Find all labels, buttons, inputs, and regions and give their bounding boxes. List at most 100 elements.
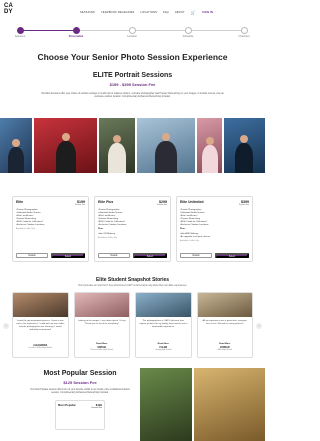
story-quote: Loved the get-acquainted process. I knew…: [16, 320, 65, 331]
carousel-next-icon[interactable]: ›: [256, 323, 262, 329]
story-photo: [13, 293, 68, 317]
availability-note: Available in Dallas Only: [16, 228, 35, 230]
brand-logo[interactable]: CA DY: [4, 3, 22, 21]
session-photo: [140, 368, 192, 441]
step-label: Schedule: [182, 35, 194, 38]
extra-item: An upgrade to all your choices: [180, 236, 249, 239]
plus-label: Plus:: [98, 228, 104, 230]
availability-note: Available in Dallas Only: [180, 240, 199, 242]
portrait-head: [113, 135, 122, 143]
story-photo: [197, 293, 252, 317]
portrait-figure: [154, 133, 177, 173]
step-location[interactable]: Location: [115, 27, 149, 38]
select-button[interactable]: Select: [51, 253, 85, 258]
cart-icon[interactable]: 🛒: [191, 10, 196, 15]
package-features: Private Photographer Unlimited Studio Sc…: [180, 209, 249, 227]
read-more-link[interactable]: Read More: [198, 343, 253, 345]
step-dot: [184, 27, 192, 34]
package-fee-label: Session Fee: [157, 204, 167, 206]
select-button[interactable]: Select: [215, 253, 249, 258]
nav-item-sessions[interactable]: Sessions: [80, 11, 95, 14]
session-photo: [196, 118, 223, 173]
package-cards: Elite $199 Session Fee Private Photograp…: [12, 196, 253, 262]
popular-photo-strip: [140, 368, 265, 441]
story-card: The photographers at CADY did more than …: [135, 292, 192, 358]
extra-item: Hair OR Makeup: [98, 233, 167, 236]
step-checkout[interactable]: Checkout: [227, 27, 261, 38]
nav-item-yearbook-deadlines[interactable]: Yearbook Deadlines: [101, 11, 135, 14]
popular-description: Our Most Popular session offers four of …: [30, 389, 130, 394]
carousel-prev-icon[interactable]: ‹: [3, 323, 9, 329]
portrait-head: [161, 133, 170, 141]
sign-in-link[interactable]: Sign In: [202, 11, 213, 14]
step-sessions[interactable]: Sessions: [3, 27, 37, 38]
portrait-figure: [235, 135, 254, 173]
package-card-elite-plus: Elite Plus $299 Session Fee Private Phot…: [94, 196, 171, 262]
package-name: Elite: [16, 200, 24, 204]
availability-note: Available in Dallas Only: [98, 237, 117, 239]
portrait-figure: [201, 137, 218, 173]
step-dot: [16, 27, 24, 34]
package-name: Elite Plus: [98, 200, 114, 204]
details-button[interactable]: Details: [98, 253, 130, 258]
progress-stepper: Sessions Personalize Location Schedule C…: [12, 27, 252, 41]
read-more-link[interactable]: Read More: [75, 343, 130, 345]
portrait-head: [205, 137, 214, 145]
portrait-figure: [108, 135, 127, 173]
step-dot: [128, 27, 136, 34]
nav-item-faq[interactable]: FAQ: [163, 11, 169, 14]
story-school: Lovejoy High School: [155, 349, 172, 351]
portrait-head: [61, 133, 70, 141]
top-bar: CA DY Sessions Yearbook Deadlines Locati…: [0, 0, 265, 24]
package-fee-label: Session Fee: [239, 204, 249, 206]
main-nav: Sessions Yearbook Deadlines Locations FA…: [80, 10, 213, 15]
step-schedule[interactable]: Schedule: [171, 27, 205, 38]
story-card: All my experience was a great time, ever…: [196, 292, 253, 358]
details-button[interactable]: Details: [16, 253, 48, 258]
stories-description: Don't just take our word for it! See wha…: [78, 285, 187, 287]
package-features: Private Photographer Unlimited Studio Sc…: [98, 209, 167, 227]
step-label: Checkout: [238, 35, 250, 38]
step-personalize[interactable]: Personalize: [59, 27, 93, 38]
read-more-link[interactable]: Read More: [136, 343, 191, 345]
package-extras: Hair AND Makeup An upgrade to all your c…: [180, 233, 249, 239]
nav-item-about[interactable]: About: [175, 11, 185, 14]
package-card-elite: Elite $199 Session Fee Private Photograp…: [12, 196, 89, 262]
elite-price-range: $199 - $399 Session Fee: [109, 82, 156, 87]
package-features: Private Photographer Unlimited Studio Sc…: [16, 209, 85, 227]
elite-photo-strip: [0, 118, 265, 173]
story-photo: [136, 293, 191, 317]
stories-carousel: Loved the get-acquainted process. I knew…: [12, 292, 253, 358]
package-name: Elite Unlimited: [180, 200, 204, 204]
plus-label: Plus:: [180, 228, 186, 230]
portrait-head: [240, 135, 249, 143]
feature-item: Exclusive Outdoor Locations: [16, 224, 85, 227]
select-button[interactable]: Select: [133, 253, 167, 258]
elite-description: Our Elite Sessions offer your choice of …: [41, 93, 224, 98]
session-photo: [99, 118, 135, 173]
session-photo: [194, 368, 265, 441]
story-school: Allen High School: [217, 349, 232, 351]
package-price: $129 Session Fee: [92, 403, 103, 409]
story-quote: Looking at the images, I was taken aback…: [77, 320, 126, 325]
story-photo: [74, 293, 129, 317]
page-title: Choose Your Senior Photo Session Experie…: [37, 52, 228, 62]
session-photo: [0, 118, 32, 173]
package-extras: Hair OR Makeup: [98, 233, 167, 236]
package-card-elite-unlimited: Elite Unlimited $399 Session Fee Private…: [176, 196, 253, 262]
story-quote: All my experience was a great time, ever…: [202, 320, 247, 325]
details-button[interactable]: Details: [180, 253, 212, 258]
package-fee-label: Session Fee: [91, 407, 103, 409]
portrait-head: [12, 139, 20, 147]
story-card: Loved the get-acquainted process. I knew…: [12, 292, 69, 358]
step-dot: [72, 27, 80, 34]
step-label: Sessions: [14, 35, 26, 38]
step-label: Location: [127, 35, 137, 38]
popular-title: Most Popular Session: [43, 370, 117, 377]
story-card: Looking at the images, I was taken aback…: [73, 292, 130, 358]
elite-title: ELITE Portrait Sessions: [92, 72, 173, 79]
package-fee-label: Session Fee: [75, 204, 85, 206]
nav-item-locations[interactable]: Locations: [140, 11, 157, 14]
stories-title: Elite Student Snapshot Stories: [95, 277, 170, 283]
session-photo: [33, 118, 98, 173]
